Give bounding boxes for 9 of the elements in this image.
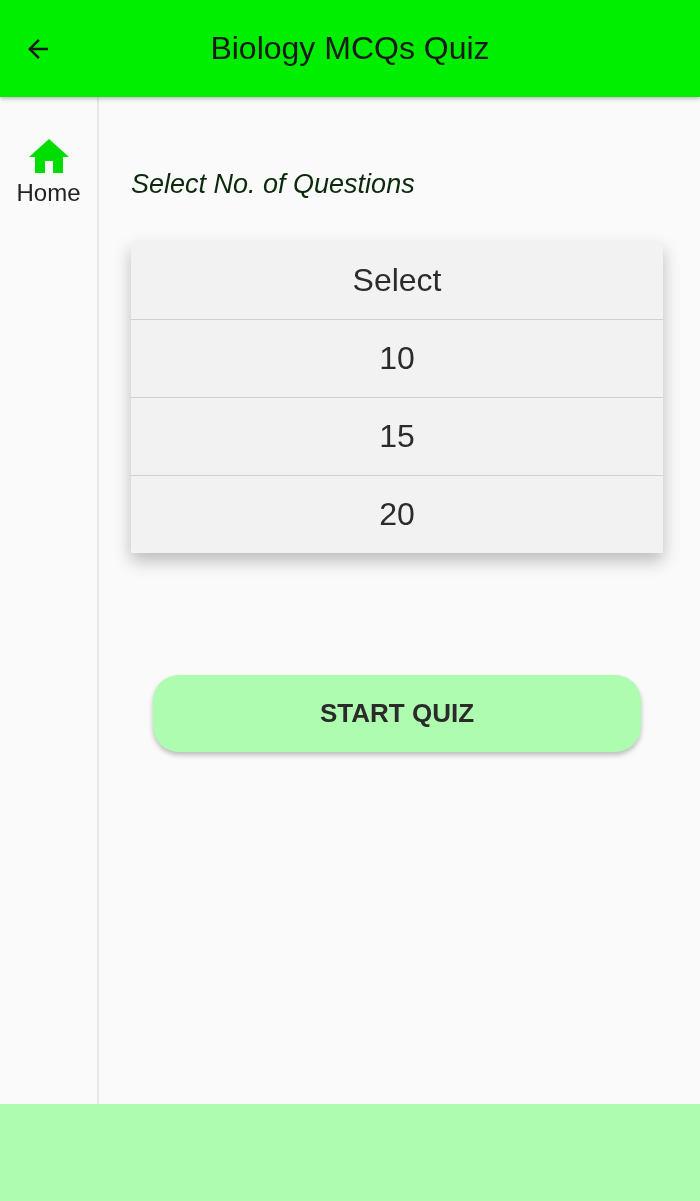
sidebar-item[interactable]: Home [12,135,85,211]
app-title: Biology MCQs Quiz [209,30,491,67]
option-item[interactable]: 20 [131,475,663,553]
home-icon [28,139,69,173]
option-item[interactable]: Select [131,242,663,319]
prompt-label: Select No. of Questions [131,169,416,200]
option-item[interactable]: 10 [131,319,663,397]
start-quiz-button[interactable]: START QUIZ [153,675,641,752]
option-item[interactable]: 15 [131,397,663,475]
